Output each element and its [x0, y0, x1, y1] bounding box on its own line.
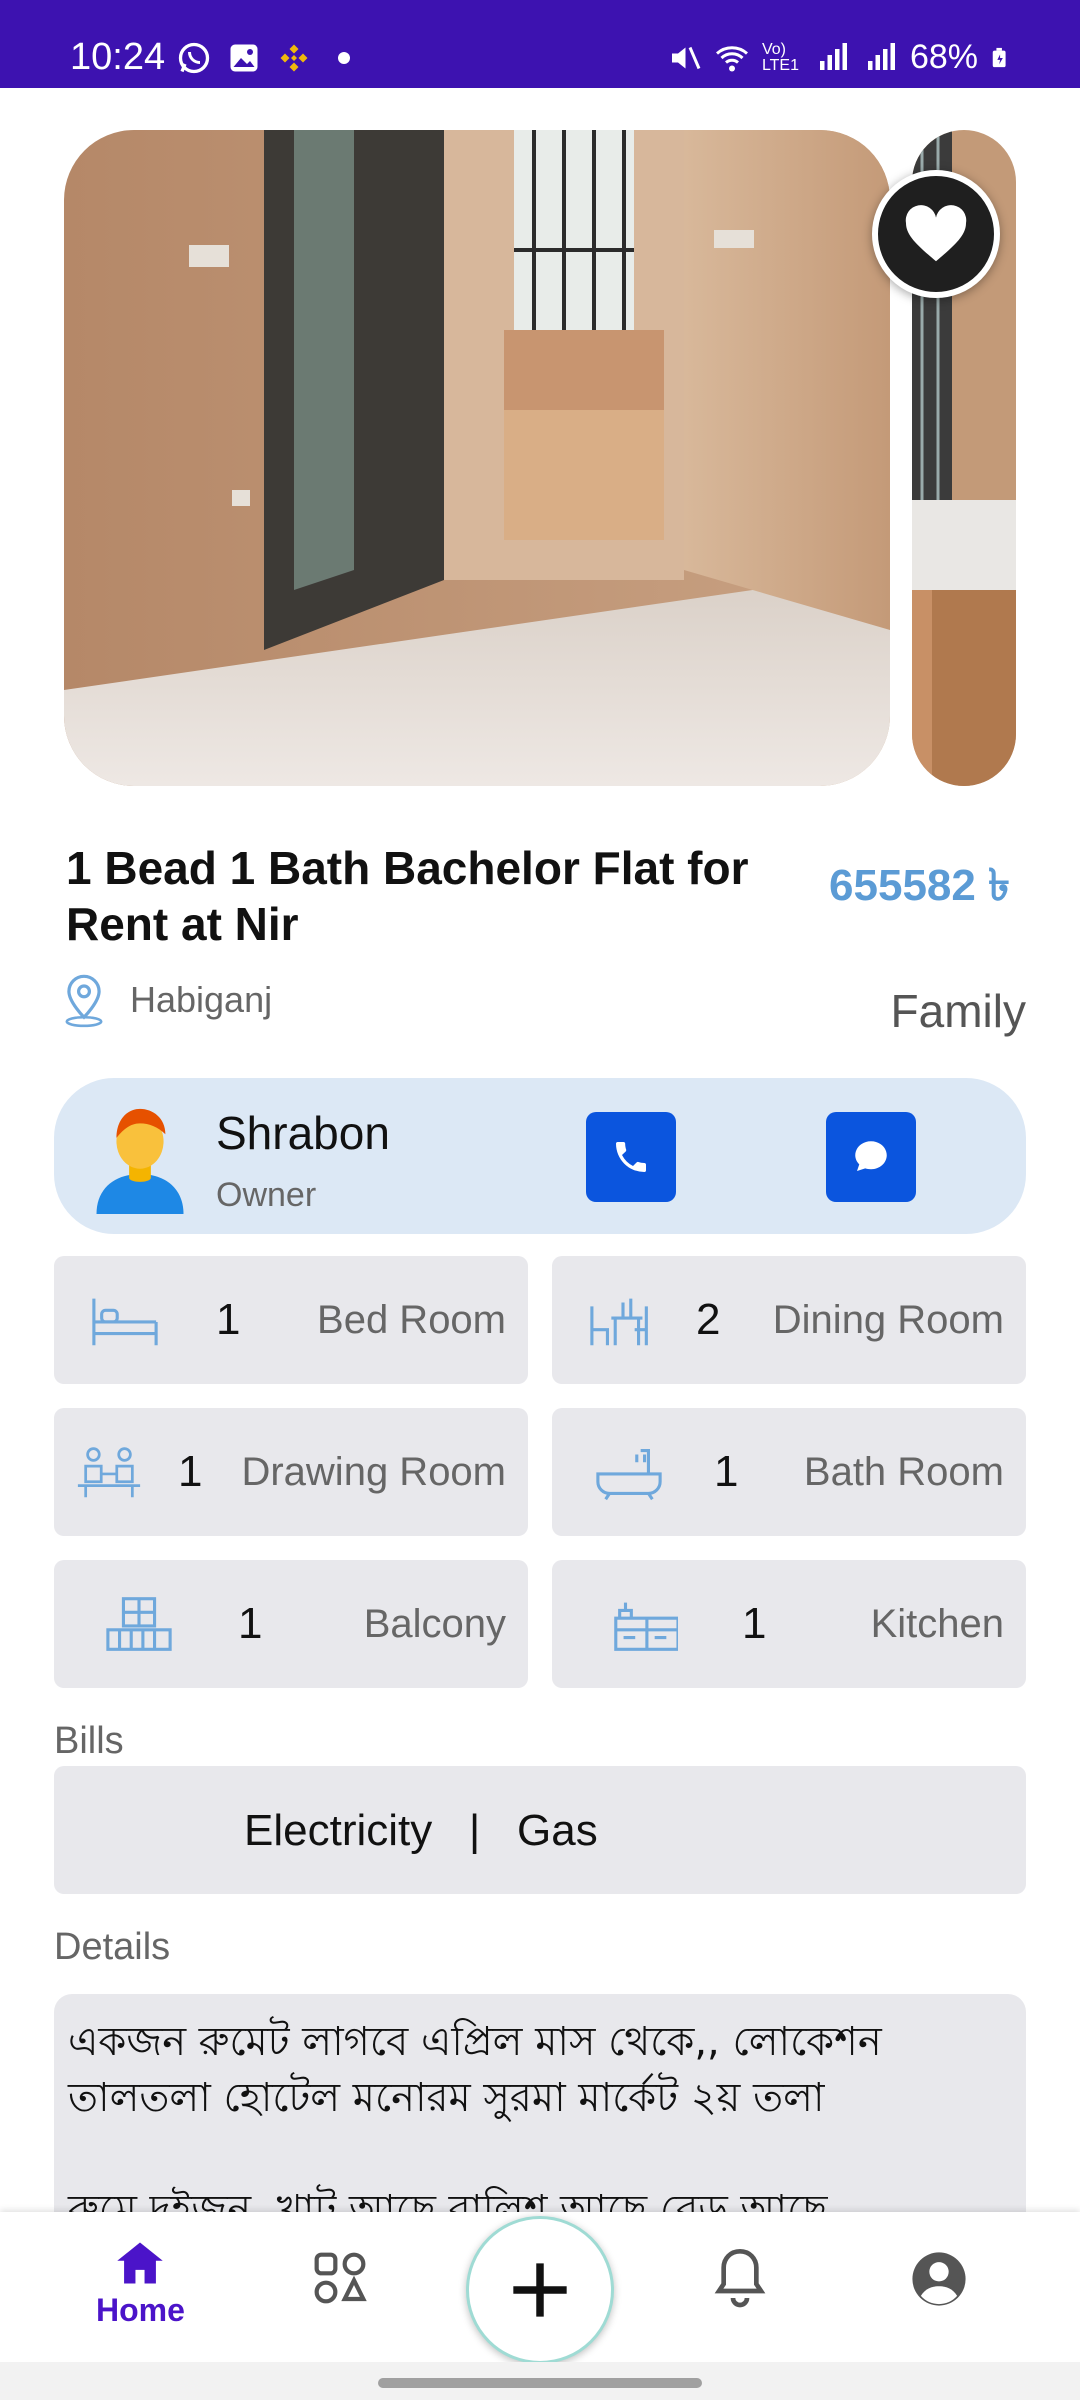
bathtub-icon — [596, 1449, 662, 1501]
dot-icon — [338, 52, 350, 64]
wifi-icon — [715, 45, 748, 71]
phone-icon — [616, 1142, 646, 1172]
bed-icon — [92, 1298, 158, 1346]
location-row: Habiganj — [58, 972, 272, 1028]
kitchen-icon — [614, 1602, 678, 1651]
room-count: 1 — [238, 1599, 263, 1648]
details-label: Details — [54, 1926, 171, 1968]
network-type-label: Vo) LTE1 — [761, 40, 799, 74]
location-pin-icon — [65, 974, 103, 1028]
nav-home[interactable]: Home — [96, 2238, 185, 2329]
room-tile-bath: 1 Bath Room — [552, 1408, 1026, 1536]
room-label: Bath Room — [803, 1449, 1004, 1494]
room-count: 1 — [742, 1599, 767, 1648]
heart-icon — [905, 205, 967, 262]
chat-button[interactable] — [826, 1112, 916, 1202]
owner-name: Shrabon — [216, 1107, 390, 1159]
location-text: Habiganj — [130, 979, 273, 1020]
dining-icon — [590, 1298, 648, 1346]
room-label: Drawing Room — [241, 1449, 506, 1494]
room-count: 1 — [714, 1447, 739, 1496]
owner-card: Shrabon Owner — [54, 1078, 1026, 1234]
categories-icon — [314, 2252, 367, 2304]
room-tile-balcony: 1 Balcony — [54, 1560, 528, 1688]
photo-gallery[interactable] — [0, 88, 1080, 808]
whatsapp-icon — [178, 42, 210, 74]
bell-icon — [714, 2248, 766, 2308]
listing-photo-main[interactable] — [64, 130, 890, 786]
system-icons: Vo) LTE1 68% — [666, 38, 1012, 77]
room-tile-kitchen: 1 Kitchen — [552, 1560, 1026, 1688]
listing-title: 1 Bead 1 Bath Bachelor Flat for Rent at … — [66, 842, 749, 950]
battery-percent: 68% — [909, 38, 978, 76]
nav-home-label: Home — [96, 2292, 185, 2328]
call-button[interactable] — [586, 1112, 676, 1202]
system-navigation-bar — [0, 2362, 1080, 2400]
room-count: 2 — [696, 1295, 721, 1344]
listing-price: 655582 ৳ — [829, 861, 1010, 910]
signal-icon — [819, 42, 847, 70]
room-tile-dining: 2 Dining Room — [552, 1256, 1026, 1384]
room-label: Dining Room — [772, 1297, 1004, 1342]
signal-icon-2 — [867, 42, 895, 70]
plus-icon — [513, 2263, 567, 2317]
tenant-type: Family — [890, 985, 1026, 1037]
room-label: Kitchen — [870, 1601, 1004, 1646]
battery-icon — [992, 47, 1006, 67]
status-bar: 10:24 Vo) LTE1 68% — [0, 0, 1080, 88]
mute-icon — [671, 46, 701, 69]
nav-categories[interactable] — [312, 2250, 368, 2306]
drawing-room-icon — [77, 1447, 141, 1498]
room-count: 1 — [216, 1295, 241, 1344]
room-label: Bed Room — [317, 1297, 506, 1342]
room-label: Balcony — [363, 1601, 506, 1646]
binance-icon — [280, 44, 308, 72]
chat-bubble-icon — [855, 1141, 887, 1171]
favorite-button[interactable] — [872, 170, 1000, 298]
nav-notifications[interactable] — [712, 2246, 768, 2308]
avatar — [96, 1108, 184, 1214]
bills-box: Electricity | Gas — [54, 1766, 1026, 1894]
add-listing-button[interactable] — [466, 2216, 614, 2364]
room-photo — [64, 130, 890, 786]
profile-icon — [912, 2252, 966, 2306]
nav-profile[interactable] — [910, 2250, 968, 2308]
home-indicator[interactable] — [378, 2378, 702, 2388]
room-tile-bed: 1 Bed Room — [54, 1256, 528, 1384]
details-text: একজন রুমেট লাগবে এপ্রিল মাস থেকে,, লোকেশ… — [68, 2019, 882, 2233]
status-time: 10:24 — [70, 36, 166, 78]
notification-icons — [176, 40, 362, 76]
bills-label: Bills — [54, 1720, 124, 1762]
room-tile-drawing: 1 Drawing Room — [54, 1408, 528, 1536]
room-count: 1 — [178, 1447, 203, 1496]
home-icon — [117, 2242, 164, 2284]
owner-role: Owner — [216, 1176, 317, 1214]
image-icon — [230, 44, 258, 72]
balcony-icon — [106, 1597, 172, 1651]
bills-value: Electricity | Gas — [244, 1806, 598, 1855]
